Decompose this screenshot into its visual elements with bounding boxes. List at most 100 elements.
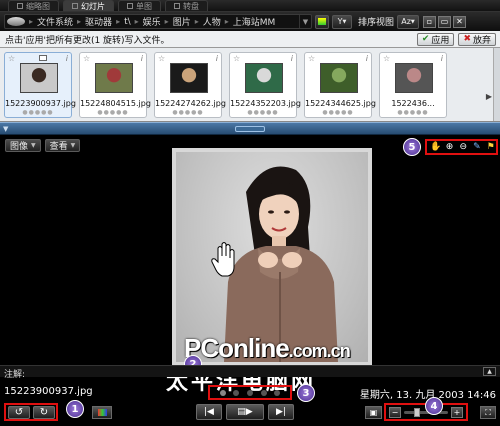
zoom-in-button[interactable]: + xyxy=(451,406,463,418)
zoom-in-icon[interactable]: ⊕ xyxy=(444,142,455,153)
rating-dots[interactable]: ●●●●● xyxy=(380,109,446,116)
discard-button[interactable]: ✖ 放弃 xyxy=(458,32,496,46)
star-icon[interactable]: ☆ xyxy=(308,54,315,63)
thumbnail-card[interactable]: ☆ i 15223900937.jpg ●●●●● xyxy=(4,52,76,118)
page-dot[interactable] xyxy=(260,389,267,396)
star-icon[interactable]: ☆ xyxy=(158,54,165,63)
thumbnail-filename: 15224352203.jpg xyxy=(230,99,301,108)
previous-button[interactable]: |◀ xyxy=(196,404,222,420)
sort-label[interactable]: 排序视图 xyxy=(358,15,394,28)
tab-single[interactable]: 单图 xyxy=(118,0,161,11)
breadcrumb-item[interactable]: 图片 xyxy=(170,15,194,28)
hand-icon[interactable]: ✋ xyxy=(430,142,441,153)
thumbnail-image xyxy=(320,63,358,93)
zoom-slider-thumb[interactable] xyxy=(413,407,420,417)
thumbnail-card[interactable]: ☆ i 15224344625.jpg ●●●●● xyxy=(304,52,376,118)
breadcrumb-item[interactable]: 人物 xyxy=(200,15,224,28)
flag-icon[interactable]: ⚑ xyxy=(485,142,496,153)
close-button[interactable]: ✕ xyxy=(453,15,467,28)
fullscreen-button[interactable]: ⛶ xyxy=(480,406,496,419)
rating-dots[interactable]: ●●●●● xyxy=(80,109,146,116)
image-menu-button[interactable]: 图像 ▼ xyxy=(5,139,41,152)
callout-4: 4 xyxy=(425,397,443,415)
chevron-down-icon: ▼ xyxy=(70,142,76,149)
thumbnail-card[interactable]: ☆ i 1522436... ●●●●● xyxy=(379,52,447,118)
info-icon[interactable]: i xyxy=(366,54,368,63)
slideshow-nav: |◀ ▤▶ ▶| xyxy=(196,403,304,421)
splitter-bar[interactable]: ▼ xyxy=(0,122,500,135)
thumbnail-image xyxy=(395,63,433,93)
breadcrumb-item[interactable]: t\ xyxy=(121,17,134,27)
thumbnail-filename: 15224804515.jpg xyxy=(80,99,151,108)
address-bar: ▸ 文件系统 ▸ 驱动器 ▸ t\ ▸ 娱乐 ▸ 图片 ▸ 人物 ▸ 上海站MM… xyxy=(0,12,500,31)
page-dot[interactable] xyxy=(246,389,253,396)
rotate-right-button[interactable]: ↻ xyxy=(33,405,55,419)
next-button[interactable]: ▶| xyxy=(268,404,294,420)
rating-dots[interactable]: ●●●●● xyxy=(230,109,296,116)
skip-forward-icon: ▶| xyxy=(276,407,286,417)
filmstrip: ☆ i 15223900937.jpg ●●●●● ☆ i 15224804515.jpg ●… xyxy=(0,48,500,122)
rating-dots[interactable]: ●●●●● xyxy=(155,109,221,116)
breadcrumb-item[interactable]: 文件系统 xyxy=(34,15,76,28)
info-icon[interactable]: i xyxy=(291,54,293,63)
tab-slideshow[interactable]: 幻灯片 xyxy=(63,0,114,11)
zoom-out-icon[interactable]: ⊖ xyxy=(458,142,469,153)
chevron-down-icon[interactable]: ▼ xyxy=(299,15,311,28)
rating-dots[interactable]: ●●●●● xyxy=(305,109,371,116)
restore-button[interactable]: ▭ xyxy=(438,15,452,28)
star-icon[interactable]: ☆ xyxy=(83,54,90,63)
thumbnail-card[interactable]: ☆ i 15224352203.jpg ●●●●● xyxy=(229,52,301,118)
apply-button[interactable]: ✔ 应用 xyxy=(416,32,455,46)
pen-icon[interactable]: ✎ xyxy=(472,142,483,153)
star-icon[interactable]: ☆ xyxy=(383,54,390,63)
folder-color-button[interactable] xyxy=(315,14,329,29)
fit-icon: ▣ xyxy=(369,408,378,417)
slides-icon xyxy=(72,3,78,9)
filter-button[interactable]: Y ▼ xyxy=(332,14,352,29)
collapse-icon[interactable]: ▼ xyxy=(3,125,8,133)
page-dot[interactable] xyxy=(233,389,240,396)
callout-1: 1 xyxy=(66,400,84,418)
star-icon[interactable]: ☆ xyxy=(8,54,15,63)
info-icon[interactable]: i xyxy=(66,54,68,63)
tab-carousel[interactable]: 转盘 xyxy=(165,0,208,11)
view-tabs: 缩略图 幻灯片 单图 转盘 xyxy=(0,0,500,12)
play-slideshow-button[interactable]: ▤▶ xyxy=(226,404,264,420)
zoom-out-button[interactable]: − xyxy=(389,406,401,418)
checkbox[interactable] xyxy=(39,55,47,61)
fit-window-button[interactable]: ▣ xyxy=(365,406,382,419)
minimize-button[interactable]: ▫ xyxy=(423,15,437,28)
page-dot[interactable] xyxy=(274,389,281,396)
thumbnail-image xyxy=(245,63,283,93)
skip-back-icon: |◀ xyxy=(204,407,214,417)
film-icon: ▤▶ xyxy=(237,407,253,417)
color-adjust-button[interactable] xyxy=(92,406,112,419)
splitter-grip[interactable] xyxy=(235,126,265,132)
watermark-logo: PConline.com.cn xyxy=(184,333,351,363)
chevron-right-icon: ▸ xyxy=(194,17,199,26)
view-menu-button[interactable]: 查看 ▼ xyxy=(44,139,81,152)
chevron-right-icon: ▸ xyxy=(164,17,169,26)
rotate-left-button[interactable]: ↺ xyxy=(8,405,30,419)
breadcrumb-item[interactable]: 驱动器 xyxy=(82,15,115,28)
star-icon[interactable]: ☆ xyxy=(233,54,240,63)
current-filename: 15223900937.jpg xyxy=(4,386,93,397)
info-icon[interactable]: i xyxy=(441,54,443,63)
sort-az-button[interactable]: Az ▼ xyxy=(397,14,420,29)
pending-changes-bar: 点击'应用'把所有更改(1 旋转)写入文件。 ✔ 应用 ✖ 放弃 xyxy=(0,31,500,48)
chevron-right-icon[interactable]: ▶ xyxy=(486,92,492,101)
thumbnail-card[interactable]: ☆ i 15224274262.jpg ●●●●● xyxy=(154,52,226,118)
single-icon xyxy=(127,3,133,9)
breadcrumb-item[interactable]: 上海站MM xyxy=(230,15,279,28)
chevron-up-icon[interactable]: ▲ xyxy=(483,367,496,376)
page-dot[interactable] xyxy=(219,389,226,396)
filmstrip-scrollbar[interactable] xyxy=(493,48,500,121)
thumbnail-card[interactable]: ☆ i 15224804515.jpg ●●●●● xyxy=(79,52,151,118)
main-photo[interactable] xyxy=(176,152,368,362)
rating-dots[interactable]: ●●●●● xyxy=(5,109,71,116)
info-icon[interactable]: i xyxy=(216,54,218,63)
info-icon[interactable]: i xyxy=(141,54,143,63)
breadcrumb-item[interactable]: 娱乐 xyxy=(140,15,164,28)
tab-thumbnails[interactable]: 缩略图 xyxy=(8,0,59,11)
image-viewer: 图像 ▼ 查看 ▼ 5 ✋ ⊕ ⊖ ✎ ⚑ PConline.com.cn 2 … xyxy=(0,135,500,426)
